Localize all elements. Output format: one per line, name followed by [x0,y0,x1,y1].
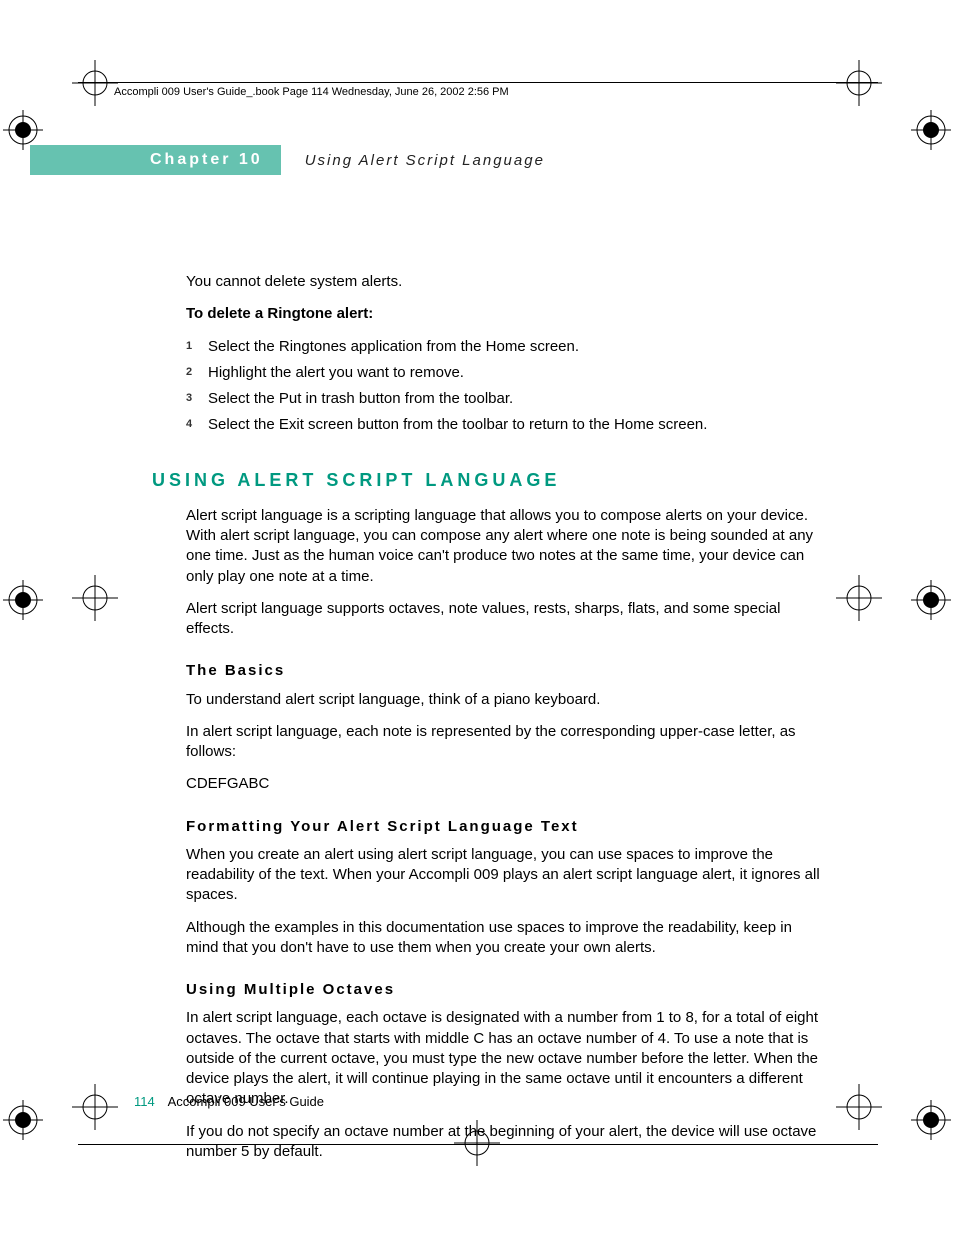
section-paragraph: Alert script language supports octaves, … [186,599,826,640]
subheading-basics: The Basics [186,661,826,681]
crosshair-mark-icon [72,1084,118,1135]
print-header: Accompli 009 User's Guide_.book Page 114… [114,86,509,98]
subheading-formatting: Formatting Your Alert Script Language Te… [186,817,826,837]
page-content: You cannot delete system alerts. To dele… [186,272,826,1174]
page-number: 114 [134,1094,155,1109]
registration-mark-icon [3,110,43,150]
crosshair-mark-icon [836,60,882,111]
intro-paragraph: You cannot delete system alerts. [186,272,826,292]
footer-title: Accompli 009 User's Guide [168,1094,324,1109]
section-paragraph: Alert script language is a scripting lan… [186,506,826,587]
registration-mark-icon [3,1100,43,1140]
formatting-paragraph: Although the examples in this documentat… [186,918,826,959]
chapter-label: Chapter 10 [150,151,263,169]
formatting-paragraph: When you create an alert using alert scr… [186,845,826,906]
crosshair-mark-icon [454,1120,500,1171]
crosshair-mark-icon [836,575,882,626]
crosshair-mark-icon [72,575,118,626]
chapter-badge: Chapter 10 [30,145,281,175]
registration-mark-icon [911,110,951,150]
crosshair-mark-icon [72,60,118,111]
list-item: 3Select the Put in trash button from the… [186,389,826,409]
basics-paragraph: In alert script language, each note is r… [186,722,826,763]
page-footer: 114 Accompli 009 User's Guide [134,1094,324,1109]
basics-paragraph: To understand alert script language, thi… [186,690,826,710]
octaves-paragraph: If you do not specify an octave number a… [186,1122,826,1163]
chapter-bar: Chapter 10 Using Alert Script Language [30,145,545,175]
registration-mark-icon [911,580,951,620]
registration-mark-icon [3,580,43,620]
section-heading-alert-script: USING ALERT SCRIPT LANGUAGE [152,468,826,492]
hairline-top [78,82,878,83]
chapter-title: Using Alert Script Language [305,152,545,169]
subheading-octaves: Using Multiple Octaves [186,980,826,1000]
delete-ringtone-heading: To delete a Ringtone alert: [186,304,826,324]
delete-steps-list: 1Select the Ringtones application from t… [186,337,826,436]
list-item: 4Select the Exit screen button from the … [186,415,826,435]
list-item: 1Select the Ringtones application from t… [186,337,826,357]
basics-notes: CDEFGABC [186,774,826,794]
registration-mark-icon [911,1100,951,1140]
list-item: 2Highlight the alert you want to remove. [186,363,826,383]
crosshair-mark-icon [836,1084,882,1135]
